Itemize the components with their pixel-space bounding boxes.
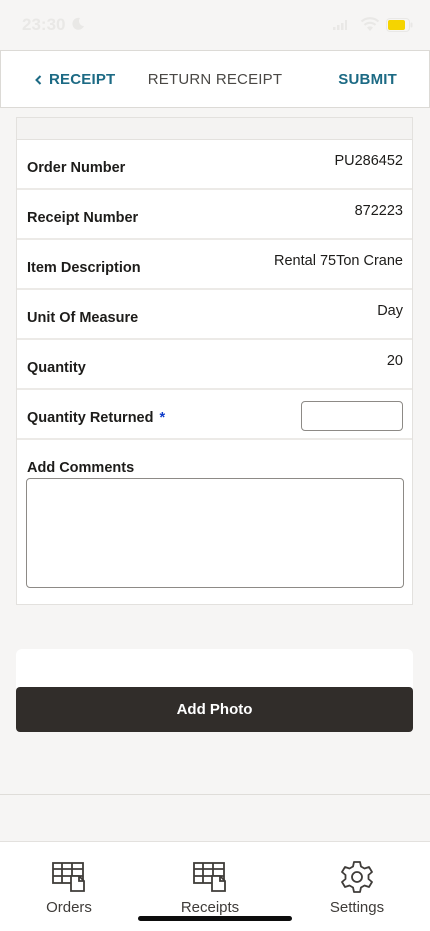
- status-time: 23:30: [22, 15, 66, 34]
- quantity-value: 20: [386, 353, 403, 369]
- orders-icon: [52, 862, 85, 892]
- gear-icon: [341, 861, 373, 893]
- unit-of-measure-label: Unit Of Measure: [27, 310, 139, 326]
- unit-of-measure-value: Day: [377, 303, 403, 319]
- quantity-returned-label-wrap: Quantity Returned *: [27, 410, 165, 426]
- receipt-number-row: Receipt Number 872223: [17, 190, 412, 240]
- quantity-label: Quantity: [27, 360, 86, 376]
- comments-section: Add Comments: [17, 440, 412, 604]
- status-bar: 23:30: [0, 0, 430, 50]
- photo-area: [16, 649, 413, 691]
- receipts-icon: [193, 862, 226, 892]
- quantity-returned-row: Quantity Returned *: [17, 390, 412, 440]
- order-number-row: Order Number PU286452: [17, 140, 412, 190]
- item-description-row: Item Description Rental 75Ton Crane: [17, 240, 412, 290]
- divider: [0, 794, 430, 795]
- signal-icon: [333, 20, 347, 30]
- required-marker: *: [159, 410, 166, 426]
- item-description-label: Item Description: [27, 260, 141, 276]
- quantity-row: Quantity 20: [17, 340, 412, 390]
- comments-label: Add Comments: [27, 460, 135, 476]
- wifi-icon: [360, 17, 380, 31]
- tab-settings[interactable]: Settings: [287, 842, 427, 931]
- tab-orders[interactable]: Orders: [0, 842, 139, 931]
- header-bar: RECEIPT RETURN RECEIPT SUBMIT: [0, 50, 430, 108]
- tab-orders-label: Orders: [46, 899, 92, 916]
- receipt-number-value: 872223: [354, 203, 403, 219]
- tab-receipts-label: Receipts: [180, 899, 240, 916]
- order-number-label: Order Number: [27, 160, 126, 176]
- order-number-value: PU286452: [334, 153, 403, 169]
- battery-icon: [386, 18, 413, 32]
- tab-settings-label: Settings: [329, 899, 385, 916]
- receipt-form: Order Number PU286452 Receipt Number 872…: [16, 139, 413, 605]
- receipt-number-label: Receipt Number: [27, 210, 139, 226]
- comments-textarea[interactable]: [26, 478, 404, 588]
- item-description-value: Rental 75Ton Crane: [274, 253, 403, 269]
- add-photo-button[interactable]: Add Photo: [16, 687, 413, 732]
- quantity-returned-input[interactable]: [301, 401, 403, 431]
- submit-button[interactable]: SUBMIT: [338, 51, 397, 109]
- card-header: [16, 117, 413, 139]
- unit-of-measure-row: Unit Of Measure Day: [17, 290, 412, 340]
- moon-icon: [72, 17, 84, 30]
- quantity-returned-label: Quantity Returned: [27, 410, 154, 426]
- home-indicator: [138, 916, 292, 921]
